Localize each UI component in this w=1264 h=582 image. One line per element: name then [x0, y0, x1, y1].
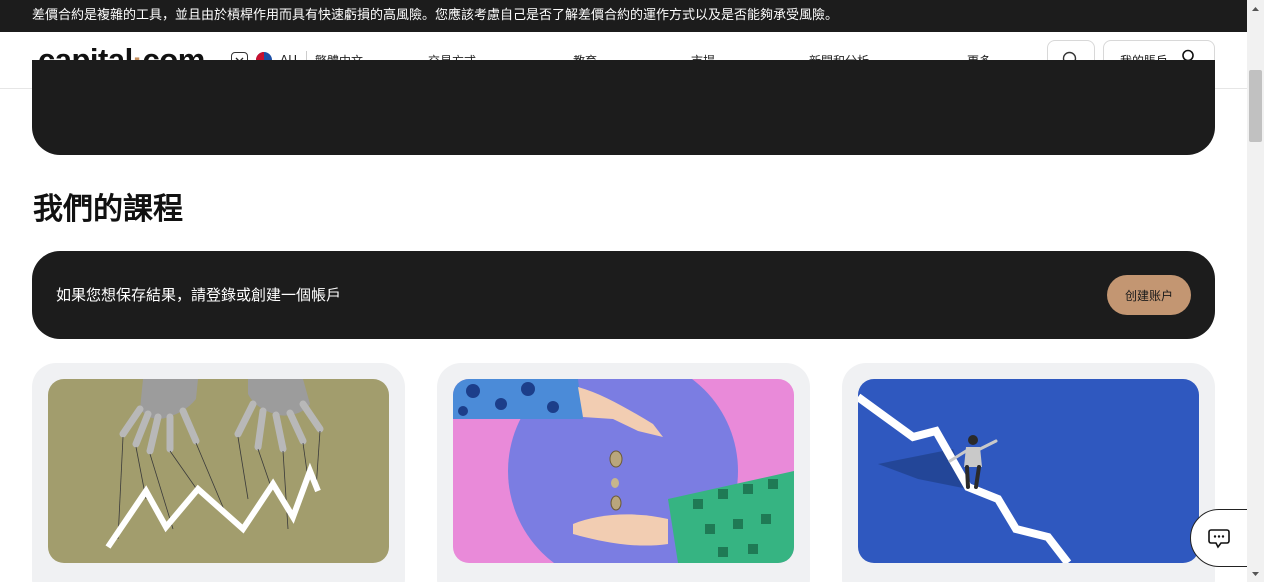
- course-image-coins-hands: [453, 379, 794, 563]
- course-card[interactable]: [842, 363, 1215, 582]
- section-title: 我們的課程: [33, 192, 183, 227]
- create-account-button[interactable]: 创建账户: [1107, 275, 1191, 315]
- scrollbar-thumb[interactable]: [1249, 70, 1262, 142]
- login-prompt-text: 如果您想保存結果，請登錄或創建一個帳戶: [56, 286, 342, 304]
- chat-icon: [1208, 529, 1230, 549]
- scroll-up-arrow-icon[interactable]: [1247, 0, 1264, 17]
- page: 差價合約是複雜的工具，並且由於槓桿作用而具有快速虧損的高風險。您應該考慮自己是否…: [0, 0, 1264, 582]
- course-image-falling-chart-walker: [858, 379, 1199, 563]
- course-card[interactable]: [437, 363, 810, 582]
- course-card[interactable]: [32, 363, 405, 582]
- vertical-scrollbar[interactable]: [1247, 0, 1264, 582]
- login-prompt-banner: 如果您想保存結果，請登錄或創建一個帳戶 创建账户: [32, 251, 1215, 339]
- course-image-puppet-hands: [48, 379, 389, 563]
- risk-warning-banner: 差價合約是複雜的工具，並且由於槓桿作用而具有快速虧損的高風險。您應該考慮自己是否…: [0, 0, 1247, 32]
- dark-hero-section-bottom: [32, 60, 1215, 155]
- scroll-down-arrow-icon[interactable]: [1247, 565, 1264, 582]
